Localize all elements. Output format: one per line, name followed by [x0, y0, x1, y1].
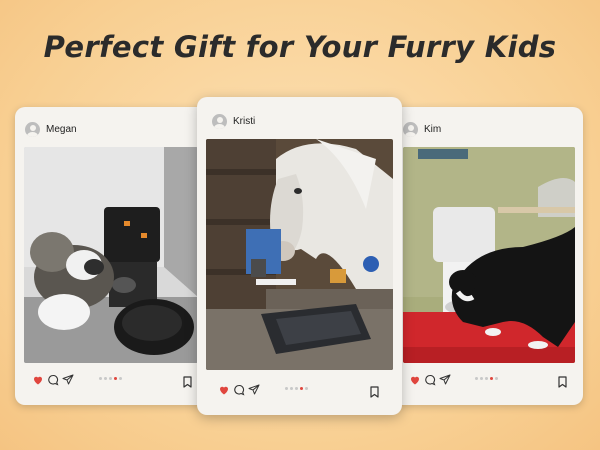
comment-icon[interactable] — [424, 374, 436, 386]
heart-icon[interactable] — [32, 374, 44, 386]
post-card-kim: Kim — [393, 107, 583, 405]
post-username[interactable]: Megan — [46, 124, 77, 135]
post-photo-horse-feeder — [206, 139, 393, 370]
heart-icon[interactable] — [218, 384, 230, 396]
post-actions — [32, 374, 77, 386]
carousel-dots — [285, 387, 310, 390]
post-photo-cat-feeder — [403, 147, 575, 363]
carousel-dots — [475, 377, 500, 380]
bookmark-icon[interactable] — [182, 375, 193, 388]
post-username[interactable]: Kristi — [233, 116, 255, 127]
post-header: Megan — [25, 122, 77, 137]
share-icon[interactable] — [439, 374, 451, 386]
carousel-dots — [99, 377, 124, 380]
post-card-kristi: Kristi — [197, 97, 402, 415]
bookmark-icon[interactable] — [369, 385, 380, 398]
share-icon[interactable] — [62, 374, 74, 386]
post-header: Kim — [403, 122, 441, 137]
post-card-megan: Megan — [15, 107, 207, 405]
heart-icon[interactable] — [409, 374, 421, 386]
user-avatar-icon[interactable] — [25, 122, 40, 137]
post-header: Kristi — [212, 114, 255, 129]
share-icon[interactable] — [248, 384, 260, 396]
user-avatar-icon[interactable] — [403, 122, 418, 137]
headline: Perfect Gift for Your Furry Kids — [43, 30, 557, 64]
post-username[interactable]: Kim — [424, 124, 441, 135]
comment-icon[interactable] — [233, 384, 245, 396]
comment-icon[interactable] — [47, 374, 59, 386]
user-avatar-icon[interactable] — [212, 114, 227, 129]
post-actions — [218, 384, 263, 396]
post-photo-dog-feeder — [24, 147, 198, 363]
bookmark-icon[interactable] — [557, 375, 568, 388]
post-actions — [409, 374, 454, 386]
